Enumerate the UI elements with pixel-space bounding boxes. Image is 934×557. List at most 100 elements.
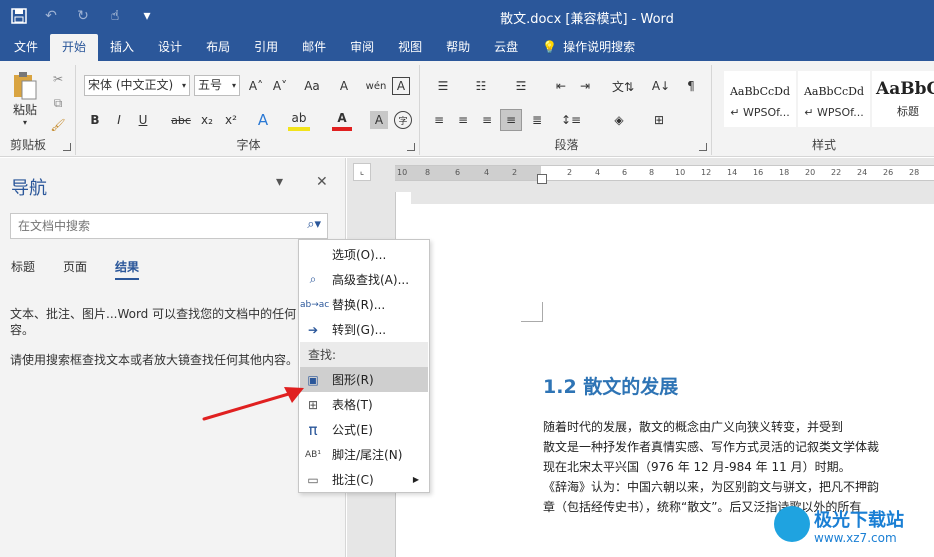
search-icon: ⌕ — [309, 272, 317, 286]
lightbulb-icon: 💡 — [542, 40, 558, 54]
cut-icon[interactable]: ✂ — [48, 69, 68, 89]
clipboard-launcher-icon[interactable] — [63, 143, 71, 151]
ruler-label: 4 — [484, 168, 490, 177]
sort-icon[interactable]: A↓ — [650, 75, 672, 97]
shrink-font-button[interactable]: A˅ — [270, 75, 290, 97]
style-item-2[interactable]: AaBbCcDd ↵ WPSOf... — [798, 71, 870, 127]
shading-icon[interactable]: ◈ — [604, 109, 634, 131]
superscript-button[interactable]: x² — [220, 109, 242, 131]
decrease-indent-icon[interactable]: ⇤ — [550, 75, 572, 97]
paragraph-group-label: 段落 — [554, 138, 579, 152]
nav-search-box[interactable]: ⌕▾ — [10, 213, 328, 239]
search-icon[interactable]: ⌕▾ — [307, 217, 321, 232]
paragraph-launcher-icon[interactable] — [699, 143, 707, 151]
font-name-select[interactable]: 宋体 (中文正文) ▾ — [84, 75, 190, 96]
grow-font-button[interactable]: A˄ — [246, 75, 266, 97]
bullets-icon[interactable]: ☰ — [428, 75, 458, 97]
horizontal-ruler[interactable]: 10 8 6 4 2 2 4 6 8 10 12 14 16 18 20 22 … — [395, 165, 934, 184]
align-center-icon[interactable]: ≡ — [452, 109, 474, 131]
tab-selector-icon[interactable]: ⌞ — [353, 163, 371, 181]
navigation-pane: 导航 ▾ ✕ ⌕▾ 标题 页面 结果 文本、批注、图片...Word 可以查找您… — [0, 158, 346, 557]
style-item-3[interactable]: AaBbC 标题 — [872, 71, 934, 127]
nav-tab-headings[interactable]: 标题 — [11, 258, 35, 280]
ruler-label: 6 — [622, 168, 628, 177]
style-item-1[interactable]: AaBbCcDd ↵ WPSOf... — [724, 71, 796, 127]
ruler-label: 24 — [857, 168, 868, 177]
menu-item-options[interactable]: 选项(O)... — [300, 242, 428, 267]
goto-arrow-icon: ➔ — [307, 322, 319, 337]
highlight-button[interactable]: ab — [288, 109, 310, 131]
borders-icon[interactable]: ⊞ — [644, 109, 674, 131]
text-direction-icon[interactable]: 文⇅ — [608, 75, 638, 97]
char-border-button[interactable]: A — [392, 77, 410, 95]
menu-item-graphics[interactable]: ▣ 图形(R) — [300, 367, 428, 392]
document-heading[interactable]: 1.2 散文的发展 — [543, 372, 678, 399]
menu-item-equations[interactable]: π 公式(E) — [300, 417, 428, 442]
font-size-select[interactable]: 五号 ▾ — [194, 75, 240, 96]
nav-tab-pages[interactable]: 页面 — [63, 258, 87, 280]
tab-references[interactable]: 引用 — [242, 34, 290, 61]
align-right-icon[interactable]: ≡ — [476, 109, 498, 131]
char-shading-button[interactable]: A — [370, 111, 388, 129]
menu-header-label: 查找: — [308, 348, 337, 362]
font-launcher-icon[interactable] — [407, 143, 415, 151]
menu-item-comments[interactable]: ▭ 批注(C) ▶ — [300, 467, 428, 492]
align-left-icon[interactable]: ≡ — [428, 109, 450, 131]
italic-button[interactable]: I — [108, 109, 130, 131]
format-painter-icon[interactable]: 🖌 — [48, 115, 68, 135]
distribute-icon[interactable]: ≣ — [524, 109, 550, 131]
underline-button[interactable]: U — [132, 109, 154, 131]
ruler-label: 20 — [805, 168, 816, 177]
tab-design[interactable]: 设计 — [146, 34, 194, 61]
tab-view[interactable]: 视图 — [386, 34, 434, 61]
increase-indent-icon[interactable]: ⇥ — [574, 75, 596, 97]
bold-button[interactable]: B — [84, 109, 106, 131]
clipboard-group: 粘贴 ▾ ✂ ⧉ 🖌 剪贴板 — [0, 65, 76, 155]
tab-layout[interactable]: 布局 — [194, 34, 242, 61]
menu-item-footnotes[interactable]: AB¹ 脚注/尾注(N) — [300, 442, 428, 467]
document-line[interactable]: 现在北宋太平兴国（976 年 12 月-984 年 11 月）时期。 — [543, 458, 851, 475]
strikethrough-button[interactable]: abc — [168, 109, 194, 131]
tab-file[interactable]: 文件 — [0, 34, 50, 61]
font-color-button[interactable]: A — [332, 109, 352, 131]
show-marks-icon[interactable]: ¶ — [680, 75, 702, 97]
indent-marker-icon[interactable] — [537, 174, 547, 184]
ribbon: 粘贴 ▾ ✂ ⧉ 🖌 剪贴板 宋体 (中文正文) ▾ 五号 ▾ A˄ A˅ Aa A… — [0, 61, 934, 157]
clear-format-button[interactable]: A — [334, 75, 354, 97]
enclose-char-button[interactable]: 字 — [394, 111, 412, 129]
tab-home[interactable]: 开始 — [50, 34, 99, 61]
change-case-button[interactable]: Aa — [300, 75, 324, 97]
document-line[interactable]: 散文是一种抒发作者真情实感、写作方式灵活的记叙类文学体裁 — [543, 438, 879, 455]
paragraph-group: ☰ ☷ ☲ ⇤ ⇥ 文⇅ A↓ ¶ ≡ ≡ ≡ ≡ ≣ ↕≡ ◈ ⊞ 段落 — [422, 65, 712, 155]
tab-help[interactable]: 帮助 — [434, 34, 482, 61]
subscript-button[interactable]: x₂ — [196, 109, 218, 131]
chevron-down-icon: ▾ — [231, 81, 236, 90]
tab-insert[interactable]: 插入 — [98, 34, 146, 61]
tab-review[interactable]: 审阅 — [338, 34, 386, 61]
copy-icon[interactable]: ⧉ — [48, 93, 68, 113]
numbering-icon[interactable]: ☷ — [466, 75, 496, 97]
multilevel-list-icon[interactable]: ☲ — [506, 75, 536, 97]
menu-item-label: 公式(E) — [332, 423, 373, 437]
nav-search-input[interactable] — [11, 214, 281, 238]
justify-icon[interactable]: ≡ — [500, 109, 522, 131]
line-spacing-icon[interactable]: ↕≡ — [556, 109, 586, 131]
document-line[interactable]: 随着时代的发展，散文的概念由广义向狭义转变，并受到 — [543, 418, 843, 435]
menu-item-goto[interactable]: ➔ 转到(G)... — [300, 317, 428, 342]
menu-item-replace[interactable]: ab→ac 替换(R)... — [300, 292, 428, 317]
nav-tab-results[interactable]: 结果 — [115, 258, 140, 280]
menu-item-advanced-find[interactable]: ⌕ 高级查找(A)... — [300, 267, 428, 292]
tab-mailings[interactable]: 邮件 — [290, 34, 338, 61]
text-effects-button[interactable]: A — [252, 109, 274, 131]
style-sample: AaBbCcDd — [803, 85, 865, 98]
document-line[interactable]: 《辞海》认为：中国六朝以来，为区别韵文与骈文，把凡不押韵 — [543, 478, 879, 495]
nav-options-icon[interactable]: ▾ — [276, 174, 283, 190]
phonetic-guide-button[interactable]: wén — [364, 75, 388, 97]
tab-cloud[interactable]: 云盘 — [482, 34, 530, 61]
ruler-label: 16 — [753, 168, 764, 177]
tell-me-search[interactable]: 💡 操作说明搜索 — [530, 34, 647, 61]
ruler-label: 8 — [649, 168, 655, 177]
menu-item-tables[interactable]: ⊞ 表格(T) — [300, 392, 428, 417]
paste-button[interactable]: 粘贴 ▾ — [6, 69, 44, 129]
close-icon[interactable]: ✕ — [316, 174, 328, 190]
